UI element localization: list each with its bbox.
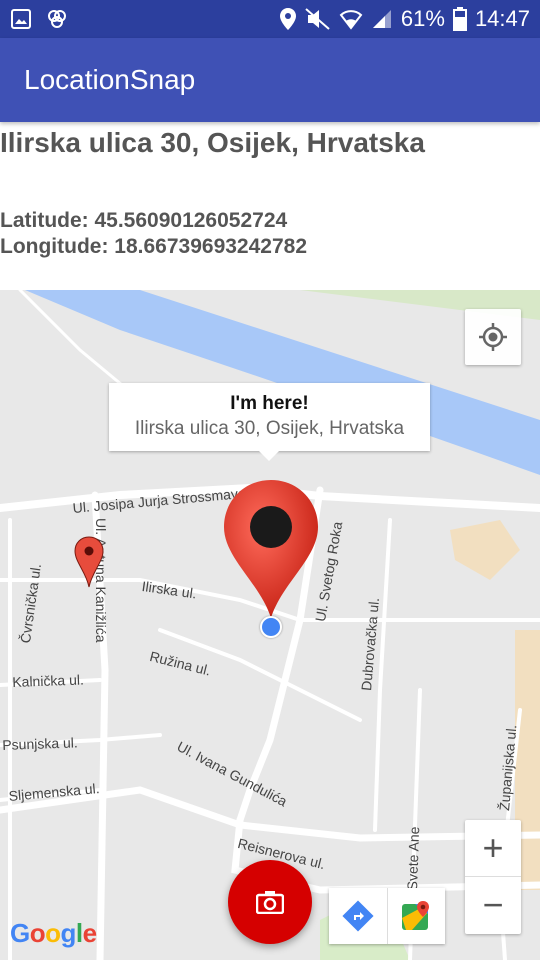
wifi-icon <box>339 10 363 30</box>
street-label: Svete Ane <box>404 826 423 891</box>
clock: 14:47 <box>474 6 530 31</box>
longitude-text: Longitude: 18.66739693242782 <box>0 235 308 258</box>
info-window-snippet: Ilirska ulica 30, Osijek, Hrvatska <box>134 418 405 439</box>
google-logo-letter: e <box>82 918 97 948</box>
my-location-button[interactable] <box>465 309 521 365</box>
google-maps-icon <box>402 901 430 930</box>
app-title: LocationSnap <box>24 64 196 95</box>
camera-fab[interactable] <box>228 860 312 944</box>
directions-button[interactable] <box>329 888 388 944</box>
crosshair-icon <box>479 323 507 351</box>
address-text: Ilirska ulica 30, Osijek, Hrvatska <box>0 127 425 158</box>
app-notification-icon <box>48 10 66 28</box>
google-logo-letter: l <box>75 918 83 948</box>
zoom-controls: + − <box>465 820 521 934</box>
coordinates: Latitude: 45.56090126052724 Longitude: 1… <box>0 208 307 260</box>
map-toolbar <box>329 888 445 944</box>
street-label: Psunjska ul. <box>2 734 78 753</box>
current-position-dot <box>260 616 282 638</box>
latitude-text: Latitude: 45.56090126052724 <box>0 209 288 232</box>
marker-info-window[interactable]: I'm here! Ilirska ulica 30, Osijek, Hrva… <box>109 383 430 461</box>
signal-icon <box>372 10 391 28</box>
location-status-icon <box>279 8 296 30</box>
info-window-title: I'm here! <box>230 393 309 414</box>
battery-percent: 61% <box>400 6 445 31</box>
google-logo: Google <box>10 918 97 949</box>
directions-icon <box>342 900 374 932</box>
street-label: Kalnička ul. <box>12 671 85 690</box>
status-bar: 61% 14:47 <box>0 0 540 38</box>
zoom-out-button[interactable]: − <box>465 877 521 933</box>
zoom-in-button[interactable]: + <box>465 820 521 877</box>
battery-icon <box>452 7 467 31</box>
google-logo-letter: o <box>29 918 46 948</box>
google-logo-letter: o <box>45 918 61 948</box>
open-maps-button[interactable] <box>388 888 446 944</box>
google-logo-letter: g <box>60 918 77 948</box>
google-logo-letter: G <box>10 918 30 948</box>
gallery-notification-icon <box>11 9 31 29</box>
location-marker-icon[interactable] <box>222 478 320 618</box>
small-marker-icon[interactable] <box>74 536 104 588</box>
app-bar: LocationSnap <box>0 38 540 122</box>
map-view[interactable]: Ul. Josipa Jurja Strossmayera Ul. Antuna… <box>0 290 540 960</box>
mute-icon <box>305 8 330 30</box>
camera-icon <box>256 891 284 914</box>
